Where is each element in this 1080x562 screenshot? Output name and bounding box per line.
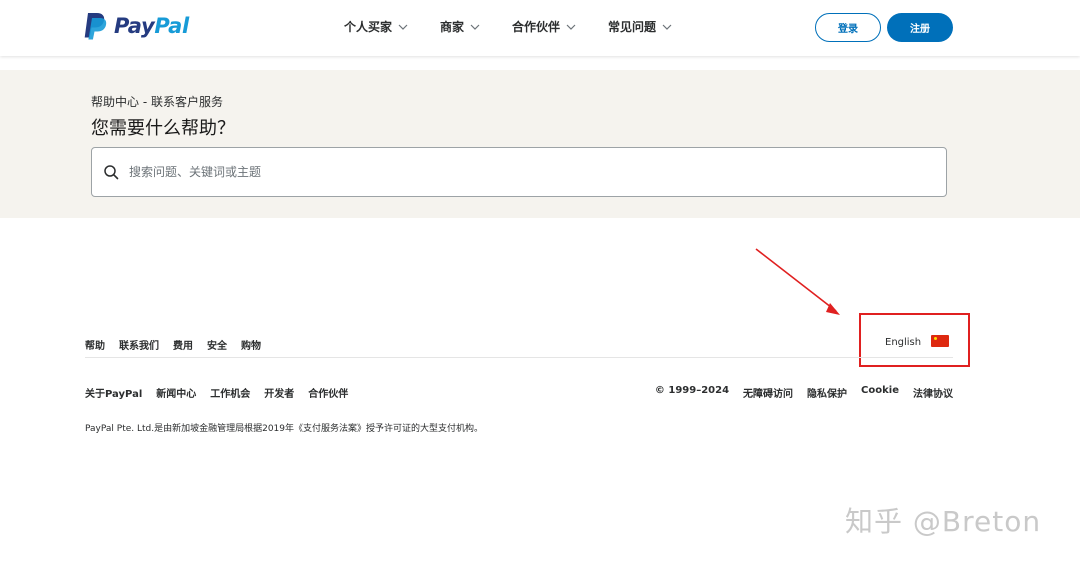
footer-link-fees[interactable]: 费用 (173, 337, 193, 352)
chevron-down-icon (398, 24, 408, 30)
chevron-down-icon (470, 24, 480, 30)
copyright: © 1999–2024 (654, 385, 730, 396)
nav-partners[interactable]: 合作伙伴 (512, 18, 576, 35)
footer-secondary-links: 关于PayPal 新闻中心 工作机会 开发者 合作伙伴 (85, 385, 362, 400)
main-nav: 个人买家 商家 合作伙伴 常见问题 (344, 18, 704, 35)
chevron-down-icon (566, 24, 576, 30)
search-box[interactable] (91, 147, 947, 197)
site-header: PayPal 个人买家 商家 合作伙伴 常见问题 登录 注册 (0, 0, 1080, 56)
search-input[interactable] (129, 165, 909, 179)
paypal-logo[interactable]: PayPal (84, 11, 189, 41)
footer-divider (85, 357, 953, 358)
annotation-arrow-icon (755, 248, 840, 315)
signup-button[interactable]: 注册 (887, 13, 953, 42)
logo-text-pay: Pay (114, 14, 155, 38)
footer-link-legal[interactable]: 法律协议 (913, 385, 953, 400)
footer-link-help[interactable]: 帮助 (85, 337, 105, 352)
watermark: 知乎 @Breton (845, 505, 1042, 538)
footer-link-contact[interactable]: 联系我们 (119, 337, 159, 352)
footer-link-privacy[interactable]: 隐私保护 (807, 385, 847, 400)
nav-faq[interactable]: 常见问题 (608, 18, 672, 35)
footer-link-developers[interactable]: 开发者 (264, 385, 294, 400)
footer-link-jobs[interactable]: 工作机会 (210, 385, 250, 400)
footer-legal-links: © 1999–2024 无障碍访问 隐私保护 Cookie 法律协议 (641, 385, 953, 400)
footer-link-partners[interactable]: 合作伙伴 (308, 385, 348, 400)
page-title: 您需要什么帮助？ (91, 118, 235, 139)
annotation-highlight-box (859, 313, 970, 367)
footer-primary-links: 帮助 联系我们 费用 安全 购物 (85, 337, 275, 352)
nav-business[interactable]: 商家 (440, 18, 480, 35)
legal-notice: PayPal Pte. Ltd.是由新加坡金融管理局根据2019年《支付服务法案… (85, 424, 484, 434)
chevron-down-icon (662, 24, 672, 30)
nav-label: 商家 (440, 20, 465, 34)
nav-label: 个人买家 (344, 20, 393, 34)
footer-link-security[interactable]: 安全 (207, 337, 227, 352)
breadcrumb[interactable]: 帮助中心 - 联系客户服务 (91, 93, 223, 110)
footer-link-news[interactable]: 新闻中心 (156, 385, 196, 400)
nav-label: 合作伙伴 (512, 20, 561, 34)
login-button[interactable]: 登录 (815, 13, 881, 42)
logo-text-pal: Pal (154, 14, 189, 38)
nav-personal[interactable]: 个人买家 (344, 18, 408, 35)
paypal-p-icon (84, 13, 107, 40)
footer-link-accessibility[interactable]: 无障碍访问 (743, 385, 793, 400)
footer-link-cookie[interactable]: Cookie (861, 385, 899, 400)
help-hero: 帮助中心 - 联系客户服务 您需要什么帮助？ (0, 70, 1080, 218)
nav-label: 常见问题 (608, 20, 657, 34)
footer-link-shopping[interactable]: 购物 (241, 337, 261, 352)
search-icon (104, 165, 119, 180)
footer-link-about[interactable]: 关于PayPal (85, 385, 142, 400)
